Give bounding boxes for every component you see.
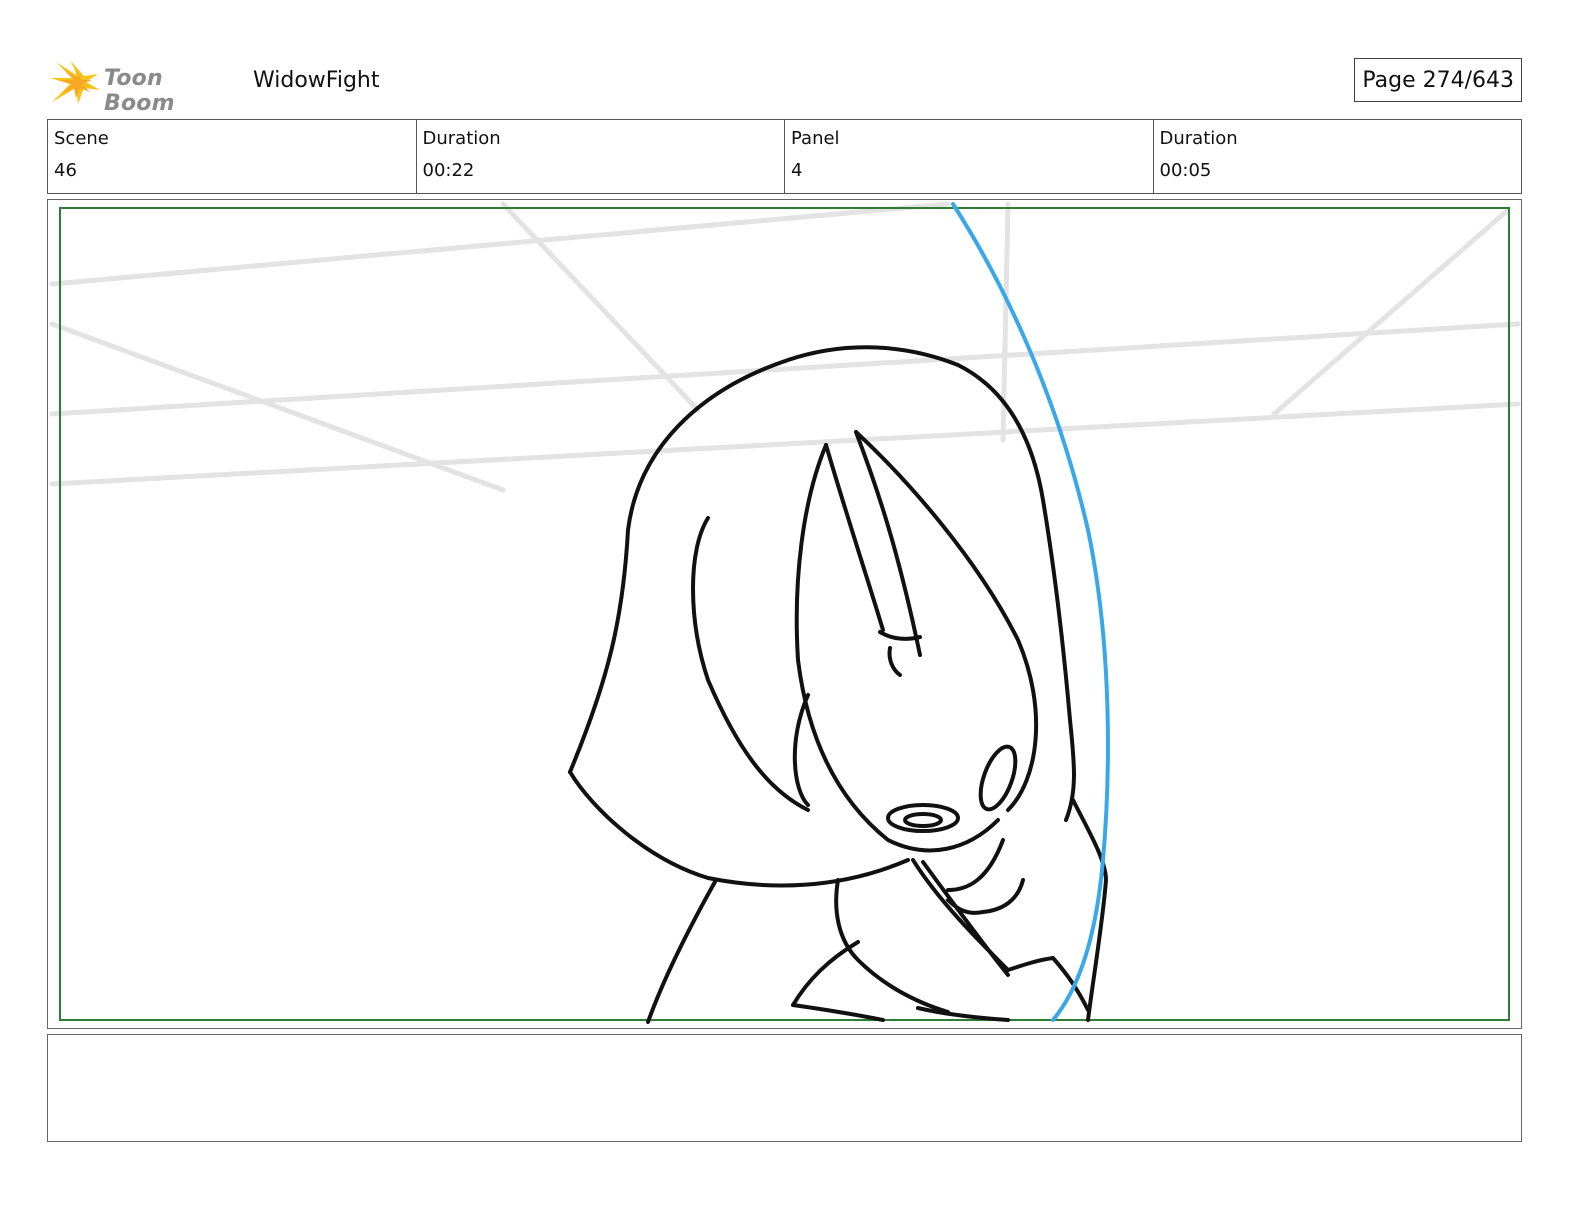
character-sketch [568,345,1108,1024]
scene-value: 46 [54,160,77,181]
panel-duration-cell: Duration 00:05 [1154,120,1522,193]
toon-boom-logo: Toon Boom [48,56,238,116]
project-title: WidowFight [253,68,380,93]
header: Toon Boom WidowFight Page 274/643 [48,56,1522,116]
motion-line [951,202,1110,1022]
panel-duration-value: 00:05 [1159,160,1212,181]
scene-cell: Scene 46 [48,120,417,193]
scene-duration-value: 00:22 [422,160,475,181]
camera-frame [59,207,1510,1021]
panel-cell: Panel 4 [785,120,1154,193]
panel-value: 4 [791,160,803,181]
page-indicator: Page 274/643 [1354,58,1522,102]
logo-text: Toon Boom [104,66,175,116]
scene-duration-label: Duration [422,128,501,149]
panel-duration-label: Duration [1159,128,1238,149]
panel-notes[interactable] [47,1034,1522,1142]
scene-duration-cell: Duration 00:22 [417,120,785,193]
info-table: Scene 46 Duration 00:22 Panel 4 Duration… [47,119,1522,194]
panel-sketch [49,201,1521,1024]
storyboard-panel[interactable] [47,199,1522,1029]
background-lines [49,201,1521,493]
panel-label: Panel [791,128,840,149]
scene-label: Scene [54,128,109,149]
starburst-icon [50,60,100,104]
